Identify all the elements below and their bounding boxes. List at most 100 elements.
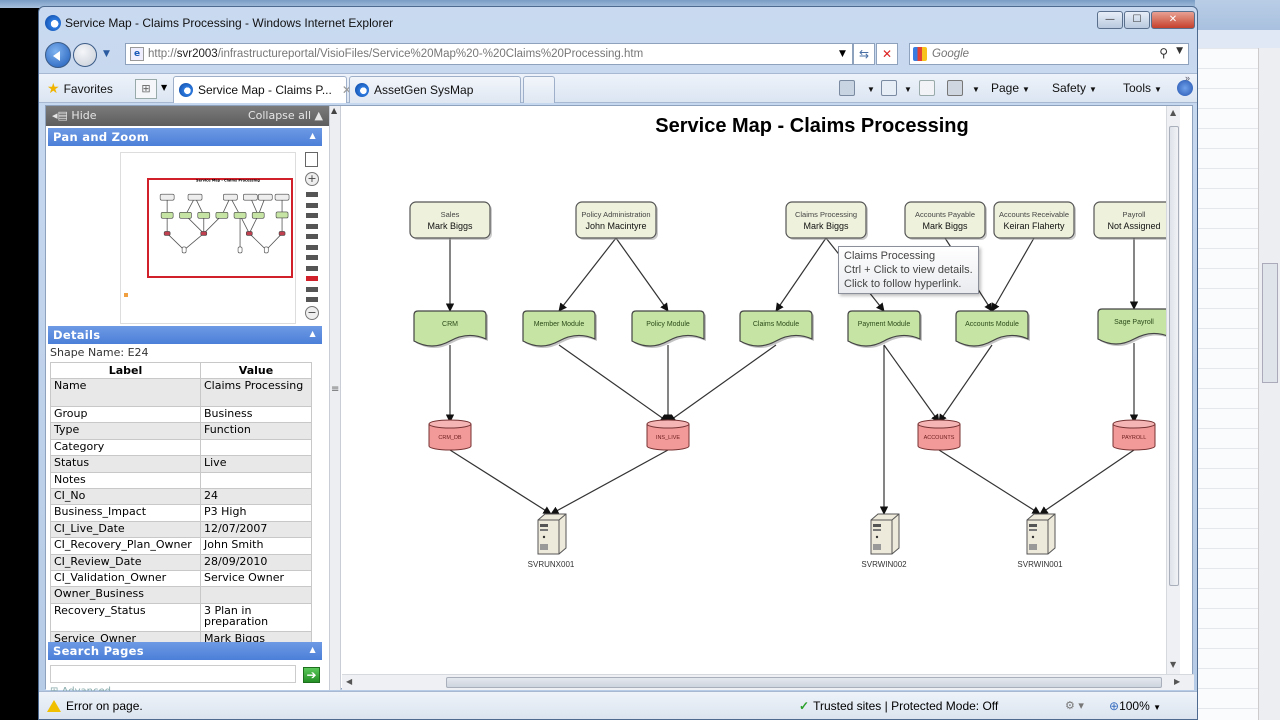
sidebar-splitter[interactable]: ▲ ≡ xyxy=(329,106,341,690)
business-node-poladmin[interactable]: Policy Administration John Macintyre xyxy=(575,201,658,240)
zoom-level[interactable]: ⊕100% ▼ xyxy=(1109,699,1161,713)
ie-logo-icon xyxy=(45,15,61,31)
zoom-in-icon[interactable]: + xyxy=(305,172,319,186)
home-icon[interactable] xyxy=(839,80,855,96)
zoom-level-bar[interactable] xyxy=(306,192,318,197)
application-node-sage[interactable]: Sage Payroll xyxy=(1097,308,1172,346)
database-node-accdb[interactable]: ACCOUNTS xyxy=(917,419,961,451)
business-node-owner: Mark Biggs xyxy=(922,221,968,231)
collapse-all-button[interactable]: Collapse all ▲ xyxy=(248,109,323,122)
home-dropdown-icon[interactable]: ▼ xyxy=(867,85,875,94)
page-menu[interactable]: Page ▼ xyxy=(991,81,1030,95)
diagram-canvas[interactable]: Service Map - Claims Processing Sales Mar… xyxy=(342,106,1180,674)
zoom-level-bar[interactable] xyxy=(306,202,318,208)
hide-sidebar-button[interactable]: ◂▤ Hide xyxy=(52,109,97,122)
feeds-icon[interactable] xyxy=(881,80,897,96)
stop-button[interactable]: ✕ xyxy=(876,43,898,65)
thumb-node xyxy=(257,193,273,201)
details-row: Recovery_Status 3 Plan in preparation xyxy=(50,602,312,632)
database-node-paydb[interactable]: PAYROLL xyxy=(1112,419,1156,451)
zoom-level-bar[interactable] xyxy=(306,244,318,250)
zoom-level-bar[interactable] xyxy=(306,265,318,271)
thumb-node xyxy=(263,246,269,254)
tab-service-map[interactable]: Service Map - Claims P... ✕ xyxy=(173,76,352,103)
zoom-slider[interactable]: + − xyxy=(304,152,320,324)
database-node-crmdb[interactable]: CRM_DB xyxy=(428,419,472,451)
maximize-button[interactable]: ☐ xyxy=(1124,11,1150,29)
error-on-page[interactable]: Error on page. xyxy=(47,699,143,713)
quick-tabs-button[interactable]: ⊞ xyxy=(135,79,157,99)
details-row: CI_No 24 xyxy=(50,487,312,506)
print-icon[interactable] xyxy=(947,80,963,96)
zoom-level-bar[interactable] xyxy=(306,276,318,281)
vertical-scrollbar[interactable]: ▲ ▼ xyxy=(1166,106,1180,674)
server-node-win2[interactable]: SVRWIN002 xyxy=(861,513,907,569)
forward-button[interactable] xyxy=(73,43,97,67)
application-node-policy[interactable]: Policy Module xyxy=(631,310,706,348)
thumb-node xyxy=(278,231,286,236)
horizontal-scroll-thumb[interactable] xyxy=(446,677,1162,688)
tools-menu[interactable]: Tools ▼ xyxy=(1123,81,1162,95)
business-node-claims[interactable]: Claims Processing Mark Biggs xyxy=(785,201,868,240)
privacy-icon[interactable]: ⚙ ▾ xyxy=(1065,699,1084,712)
search-go-button[interactable]: ➔ xyxy=(303,667,320,683)
details-label: Status xyxy=(50,455,201,473)
search-pages-input[interactable] xyxy=(50,665,296,683)
print-dropdown-icon[interactable]: ▼ xyxy=(972,85,980,94)
safety-menu[interactable]: Safety ▼ xyxy=(1052,81,1097,95)
dependency-edge-payment-accdb xyxy=(883,344,940,423)
search-input[interactable] xyxy=(932,46,1152,62)
address-input[interactable]: e http://svr2003/infrastructureportal/Vi… xyxy=(125,43,853,65)
address-dropdown-icon[interactable]: ▼ xyxy=(839,49,846,59)
details-header[interactable]: Details ▲ xyxy=(48,326,322,344)
favorites-button[interactable]: ★ Favorites xyxy=(47,80,113,97)
application-node-crm[interactable]: CRM xyxy=(413,310,488,348)
dependency-edge-inslive-unx1 xyxy=(550,449,669,515)
pan-zoom-header[interactable]: Pan and Zoom ▲ xyxy=(48,128,322,146)
database-node-inslive[interactable]: INS_LIVE xyxy=(646,419,690,451)
background-scrollbar[interactable] xyxy=(1258,48,1280,720)
dependency-edge-paydb-win1 xyxy=(1039,449,1135,515)
feeds-dropdown-icon[interactable]: ▼ xyxy=(904,85,912,94)
tab-assetgen-sysmap[interactable]: AssetGen SysMap xyxy=(349,76,521,103)
search-icon[interactable]: ⚲ xyxy=(1159,46,1168,60)
minimize-button[interactable]: — xyxy=(1097,11,1123,29)
recent-pages-dropdown-icon[interactable]: ▼ xyxy=(103,49,110,59)
vertical-scroll-thumb[interactable] xyxy=(1169,126,1179,586)
business-node-ap[interactable]: Accounts Payable Mark Biggs xyxy=(904,201,987,240)
zoom-level-bar[interactable] xyxy=(306,213,318,218)
business-node-sales[interactable]: Sales Mark Biggs xyxy=(409,201,492,240)
new-tab-button[interactable] xyxy=(523,76,555,103)
security-zone[interactable]: ✓ Trusted sites | Protected Mode: Off xyxy=(799,699,998,713)
pan-zoom-thumbnail[interactable]: Service Map - Claims Processing xyxy=(120,152,296,324)
server-node-win1[interactable]: SVRWIN001 xyxy=(1017,513,1063,569)
zoom-level-bar[interactable] xyxy=(306,297,318,302)
zoom-level-bar[interactable] xyxy=(306,286,318,292)
application-node-claimsmod[interactable]: Claims Module xyxy=(739,310,814,348)
application-node-member[interactable]: Member Module xyxy=(522,310,597,348)
fit-page-icon[interactable] xyxy=(305,152,318,167)
search-options-icon[interactable]: ▼ xyxy=(1176,46,1183,56)
zoom-level-bar[interactable] xyxy=(306,255,318,260)
tab-list-icon[interactable]: ▼ xyxy=(161,83,167,92)
search-pages-header[interactable]: Search Pages ▲ xyxy=(48,642,322,660)
business-node-payroll[interactable]: Payroll Not Assigned xyxy=(1093,201,1176,240)
details-label: Name xyxy=(50,378,201,407)
zoom-out-icon[interactable]: − xyxy=(305,306,319,320)
database-node-name: INS_LIVE xyxy=(656,435,680,441)
application-node-payment[interactable]: Payment Module xyxy=(847,310,922,348)
back-button[interactable] xyxy=(45,42,71,68)
zoom-level-bar[interactable] xyxy=(306,223,318,229)
collapse-icon: ▲ xyxy=(309,645,316,654)
mail-icon[interactable] xyxy=(919,80,935,96)
more-commands-icon[interactable]: » xyxy=(1185,73,1190,83)
server-node-unx1[interactable]: SVRUNX001 xyxy=(528,513,575,569)
zoom-level-bar[interactable] xyxy=(306,234,318,239)
refresh-button[interactable]: ⇆ xyxy=(853,43,875,65)
business-node-ar[interactable]: Accounts Receivable Keiran Flaherty xyxy=(993,201,1076,240)
application-node-accounts[interactable]: Accounts Module xyxy=(955,310,1030,348)
search-box[interactable]: ⚲ ▼ xyxy=(909,43,1189,65)
visio-sidebar: ◂▤ Hide Collapse all ▲ Pan and Zoom ▲ Ser… xyxy=(46,106,329,697)
horizontal-scrollbar[interactable]: ◀ ▶ xyxy=(342,674,1194,690)
close-button[interactable]: ✕ xyxy=(1151,11,1195,29)
